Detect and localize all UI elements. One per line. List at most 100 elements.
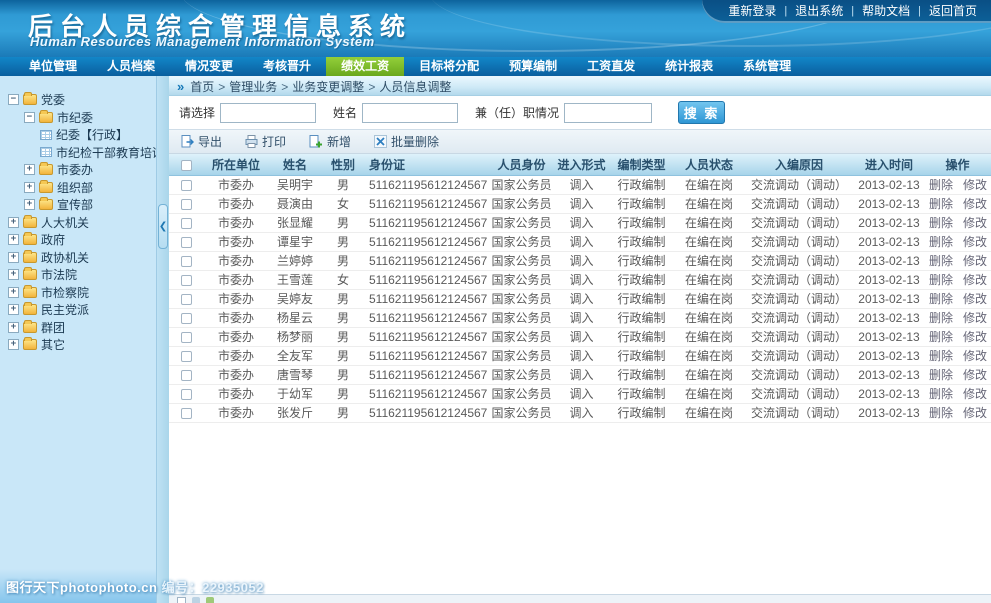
edit-link[interactable]: 修改: [963, 387, 987, 401]
pager-checkbox[interactable]: [177, 597, 186, 603]
batch-delete-button[interactable]: 批量删除: [374, 133, 439, 150]
expand-toggle-icon[interactable]: +: [24, 182, 35, 193]
edit-link[interactable]: 修改: [963, 178, 987, 192]
expand-toggle-icon[interactable]: +: [8, 252, 19, 263]
sidebar-item[interactable]: +人大机关: [0, 214, 156, 232]
sidebar-item[interactable]: +宣传部: [0, 196, 156, 214]
row-checkbox[interactable]: [181, 256, 192, 267]
row-checkbox[interactable]: [181, 389, 192, 400]
sidebar-item[interactable]: +市委办: [0, 161, 156, 179]
filter-select-input[interactable]: [220, 103, 316, 123]
filter-name-input[interactable]: [362, 103, 458, 123]
delete-link[interactable]: 删除: [929, 349, 953, 363]
cell-编制类型: 行政编制: [609, 327, 674, 346]
top-link[interactable]: 帮助文档: [862, 2, 910, 19]
sidebar-item[interactable]: +政协机关: [0, 249, 156, 267]
delete-link[interactable]: 删除: [929, 387, 953, 401]
delete-link[interactable]: 删除: [929, 406, 953, 420]
expand-toggle-icon[interactable]: +: [8, 269, 19, 280]
menu-item-8[interactable]: 工资直发: [572, 57, 650, 76]
row-checkbox[interactable]: [181, 313, 192, 324]
edit-link[interactable]: 修改: [963, 349, 987, 363]
row-checkbox[interactable]: [181, 370, 192, 381]
edit-link[interactable]: 修改: [963, 311, 987, 325]
breadcrumb-segment[interactable]: 管理业务: [229, 80, 277, 94]
sidebar-item[interactable]: −市纪委: [0, 109, 156, 127]
edit-link[interactable]: 修改: [963, 368, 987, 382]
delete-link[interactable]: 删除: [929, 311, 953, 325]
edit-link[interactable]: 修改: [963, 292, 987, 306]
menu-item-3[interactable]: 情况变更: [170, 57, 248, 76]
row-checkbox[interactable]: [181, 351, 192, 362]
breadcrumb-segment[interactable]: 首页: [190, 80, 214, 94]
delete-link[interactable]: 删除: [929, 178, 953, 192]
filter-job-input[interactable]: [564, 103, 652, 123]
expand-toggle-icon[interactable]: +: [8, 217, 19, 228]
top-link[interactable]: 重新登录: [728, 2, 776, 19]
edit-link[interactable]: 修改: [963, 235, 987, 249]
delete-link[interactable]: 删除: [929, 254, 953, 268]
sidebar-item[interactable]: −党委: [0, 91, 156, 109]
delete-link[interactable]: 删除: [929, 292, 953, 306]
row-checkbox[interactable]: [181, 408, 192, 419]
top-link[interactable]: 退出系统: [795, 2, 843, 19]
expand-toggle-icon[interactable]: +: [8, 339, 19, 350]
delete-link[interactable]: 删除: [929, 197, 953, 211]
collapse-toggle-icon[interactable]: −: [24, 112, 35, 123]
edit-link[interactable]: 修改: [963, 330, 987, 344]
delete-link[interactable]: 删除: [929, 216, 953, 230]
menu-item-5[interactable]: 绩效工资: [326, 57, 404, 76]
sidebar-item[interactable]: +其它: [0, 336, 156, 354]
sidebar-item[interactable]: +组织部: [0, 179, 156, 197]
sidebar-item[interactable]: +市检察院: [0, 284, 156, 302]
edit-link[interactable]: 修改: [963, 216, 987, 230]
edit-link[interactable]: 修改: [963, 273, 987, 287]
menu-item-7[interactable]: 预算编制: [494, 57, 572, 76]
top-link[interactable]: 返回首页: [929, 2, 977, 19]
expand-toggle-icon[interactable]: +: [8, 322, 19, 333]
row-checkbox[interactable]: [181, 294, 192, 305]
pagination-bar-partial[interactable]: [169, 594, 991, 603]
sidebar-item[interactable]: +群团: [0, 319, 156, 337]
breadcrumb-segment[interactable]: 业务变更调整: [292, 80, 364, 94]
sidebar-item[interactable]: 市纪检干部教育培训中心: [0, 144, 156, 162]
menu-item-10[interactable]: 系统管理: [728, 57, 806, 76]
menu-item-1[interactable]: 单位管理: [14, 57, 92, 76]
expand-toggle-icon[interactable]: +: [8, 287, 19, 298]
sidebar-item[interactable]: +民主党派: [0, 301, 156, 319]
expand-toggle-icon[interactable]: +: [8, 304, 19, 315]
select-all-checkbox[interactable]: [181, 160, 192, 171]
expand-toggle-icon[interactable]: +: [24, 199, 35, 210]
pager-icon[interactable]: [192, 597, 200, 603]
menu-item-2[interactable]: 人员档案: [92, 57, 170, 76]
delete-link[interactable]: 删除: [929, 368, 953, 382]
sidebar-item[interactable]: +政府: [0, 231, 156, 249]
edit-link[interactable]: 修改: [963, 254, 987, 268]
sidebar-collapse-handle[interactable]: ❮: [158, 204, 168, 249]
pager-refresh-icon[interactable]: [206, 597, 214, 603]
breadcrumb-segment[interactable]: 人员信息调整: [379, 80, 451, 94]
add-button[interactable]: 新增: [309, 133, 351, 150]
print-button[interactable]: 打印: [245, 133, 286, 150]
sidebar-item[interactable]: 纪委【行政】: [0, 126, 156, 144]
delete-link[interactable]: 删除: [929, 330, 953, 344]
menu-item-6[interactable]: 目标将分配: [404, 57, 494, 76]
search-button[interactable]: 搜 索: [678, 101, 725, 124]
row-checkbox[interactable]: [181, 180, 192, 191]
sidebar-item[interactable]: +市法院: [0, 266, 156, 284]
menu-item-4[interactable]: 考核晋升: [248, 57, 326, 76]
delete-link[interactable]: 删除: [929, 235, 953, 249]
row-checkbox[interactable]: [181, 218, 192, 229]
expand-toggle-icon[interactable]: +: [24, 164, 35, 175]
delete-link[interactable]: 删除: [929, 273, 953, 287]
row-checkbox[interactable]: [181, 199, 192, 210]
row-checkbox[interactable]: [181, 332, 192, 343]
edit-link[interactable]: 修改: [963, 406, 987, 420]
row-checkbox[interactable]: [181, 237, 192, 248]
edit-link[interactable]: 修改: [963, 197, 987, 211]
expand-toggle-icon[interactable]: +: [8, 234, 19, 245]
export-button[interactable]: 导出: [181, 133, 222, 150]
collapse-toggle-icon[interactable]: −: [8, 94, 19, 105]
row-checkbox[interactable]: [181, 275, 192, 286]
menu-item-9[interactable]: 统计报表: [650, 57, 728, 76]
